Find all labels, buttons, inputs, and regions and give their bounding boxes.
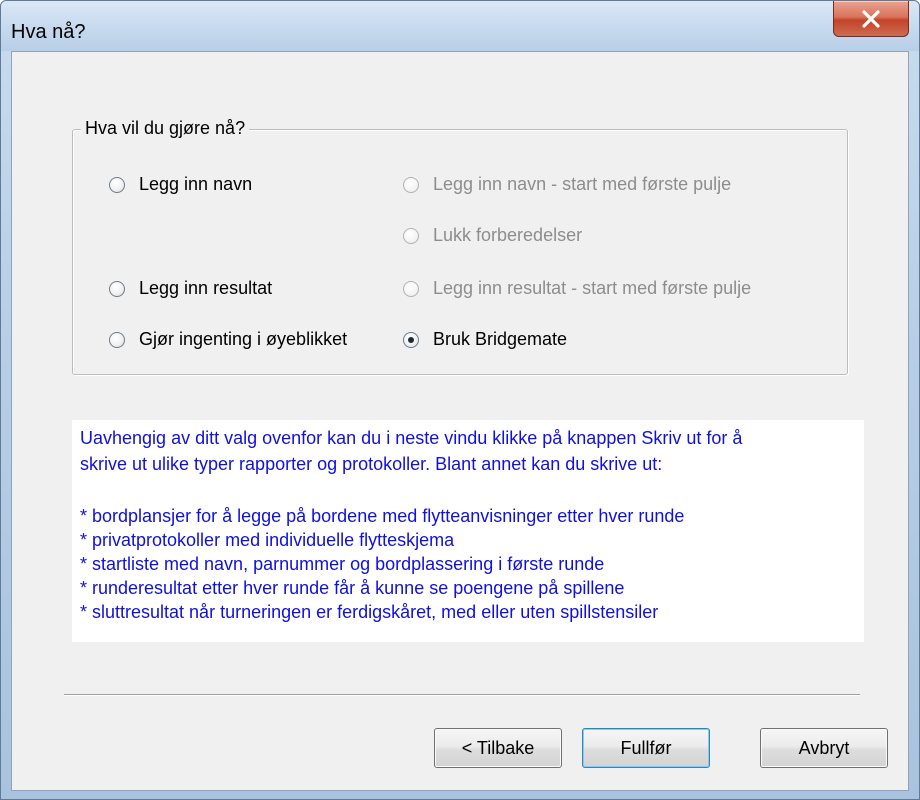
- radio-circle-icon: [403, 280, 419, 297]
- info-bullet: * startliste med navn, parnummer og bord…: [80, 554, 605, 574]
- back-button[interactable]: < Tilbake: [434, 728, 562, 768]
- radio-label: Legg inn resultat - start med første pul…: [433, 278, 752, 298]
- dialog-client-area: Hva vil du gjøre nå? Legg inn navn Legg …: [11, 51, 909, 791]
- info-bullet: * bordplansjer for å legge på bordene me…: [80, 506, 685, 526]
- radio-legg-inn-navn[interactable]: Legg inn navn: [109, 174, 252, 195]
- finish-button[interactable]: Fullfør: [582, 728, 710, 768]
- radio-label: Gjør ingenting i øyeblikket: [139, 329, 348, 349]
- dialog-window: Hva nå? Hva vil du gjøre nå? Legg inn na…: [0, 0, 920, 800]
- info-panel: Uavhengig av ditt valg ovenfor kan du i …: [72, 420, 864, 642]
- close-icon: [862, 9, 880, 28]
- radio-gjor-ingenting[interactable]: Gjør ingenting i øyeblikket: [109, 329, 347, 350]
- radio-legg-inn-navn-forste-pulje[interactable]: Legg inn navn - start med første pulje: [403, 174, 731, 195]
- info-intro-line-1: Uavhengig av ditt valg ovenfor kan du i …: [80, 428, 743, 448]
- radio-circle-icon: [403, 176, 419, 193]
- footer-separator: [64, 694, 860, 696]
- groupbox-legend: Hva vil du gjøre nå?: [81, 118, 250, 139]
- info-intro-line-2: skrive ut ulike typer rapporter og proto…: [80, 454, 663, 474]
- radio-selected-icon: [403, 331, 419, 348]
- radio-label: Lukk forberedelser: [433, 225, 583, 245]
- radio-legg-inn-resultat-forste-pulje[interactable]: Legg inn resultat - start med første pul…: [403, 278, 751, 299]
- radio-label: Legg inn navn - start med første pulje: [433, 174, 732, 194]
- info-bullet: * runderesultat etter hver runde får å k…: [80, 578, 625, 598]
- title-bar[interactable]: Hva nå?: [1, 1, 919, 51]
- action-groupbox: Hva vil du gjøre nå? Legg inn navn Legg …: [72, 118, 848, 375]
- radio-circle-icon: [403, 227, 419, 244]
- cancel-button[interactable]: Avbryt: [760, 728, 888, 768]
- radio-bruk-bridgemate[interactable]: Bruk Bridgemate: [403, 329, 567, 350]
- info-bullet: * sluttresultat når turneringen er ferdi…: [80, 602, 659, 622]
- radio-circle-icon: [109, 176, 125, 193]
- radio-circle-icon: [109, 331, 125, 348]
- radio-label: Legg inn resultat: [139, 278, 273, 298]
- info-bullet: * privatprotokoller med individuelle fly…: [80, 530, 455, 550]
- close-button[interactable]: [833, 1, 909, 37]
- radio-label: Bruk Bridgemate: [433, 329, 568, 349]
- radio-lukk-forberedelser[interactable]: Lukk forberedelser: [403, 225, 582, 246]
- radio-label: Legg inn navn: [139, 174, 253, 194]
- radio-circle-icon: [109, 280, 125, 297]
- window-title: Hva nå?: [11, 21, 86, 43]
- radio-legg-inn-resultat[interactable]: Legg inn resultat: [109, 278, 272, 299]
